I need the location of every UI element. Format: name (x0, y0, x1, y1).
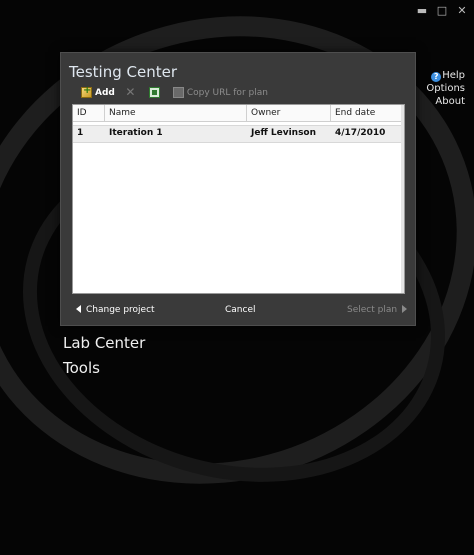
change-project-label: Change project (86, 305, 155, 315)
add-plan-icon (81, 85, 92, 98)
testing-center-dialog: Testing Center Add ✕ Copy URL for plan I… (60, 52, 416, 326)
help-icon: ? (431, 72, 442, 82)
forward-arrow-icon (402, 305, 408, 313)
cell-end-date: 4/17/2010 (335, 128, 386, 138)
toolbar: Add ✕ Copy URL for plan (81, 85, 278, 99)
select-plan-button[interactable]: Select plan (347, 305, 408, 315)
cell-owner: Jeff Levinson (251, 128, 317, 138)
add-label: Add (95, 87, 115, 98)
help-label: Help (442, 70, 465, 81)
change-project-button[interactable]: Change project (76, 305, 155, 315)
cancel-button[interactable]: Cancel (225, 305, 256, 315)
options-link[interactable]: Options (426, 82, 465, 95)
dialog-title: Testing Center (69, 63, 177, 81)
excel-icon (148, 87, 160, 98)
maximize-button[interactable]: □ (436, 4, 448, 17)
about-link[interactable]: About (426, 95, 465, 108)
copy-url-button[interactable]: Copy URL for plan (172, 87, 268, 98)
add-button[interactable]: Add (81, 85, 115, 98)
grid-header: ID Name Owner End date (73, 105, 404, 122)
right-links: ? Help Options About (426, 69, 465, 108)
column-header-name[interactable]: Name (105, 105, 247, 121)
column-header-end-date[interactable]: End date (331, 105, 404, 121)
tools-link[interactable]: Tools (63, 359, 100, 377)
cell-name: Iteration 1 (109, 128, 163, 138)
delete-icon: ✕ (125, 85, 136, 99)
delete-button[interactable]: ✕ (125, 85, 139, 99)
table-row[interactable]: 1 Iteration 1 Jeff Levinson 4/17/2010 (73, 125, 404, 143)
close-button[interactable]: ✕ (456, 4, 468, 17)
lab-center-link[interactable]: Lab Center (63, 334, 145, 352)
export-excel-button[interactable] (148, 87, 163, 98)
column-header-owner[interactable]: Owner (247, 105, 331, 121)
copy-icon (172, 87, 184, 98)
back-arrow-icon (76, 305, 81, 313)
copy-url-label: Copy URL for plan (186, 87, 268, 98)
select-plan-label: Select plan (347, 305, 398, 315)
cell-id: 1 (77, 128, 84, 138)
minimize-button[interactable]: ▬ (416, 4, 428, 17)
grid-edge (401, 105, 404, 293)
column-header-id[interactable]: ID (73, 105, 105, 121)
test-plan-grid[interactable]: ID Name Owner End date 1 Iteration 1 Jef… (72, 104, 405, 294)
help-link[interactable]: ? Help (426, 69, 465, 82)
window-controls: ▬ □ ✕ (416, 4, 468, 17)
